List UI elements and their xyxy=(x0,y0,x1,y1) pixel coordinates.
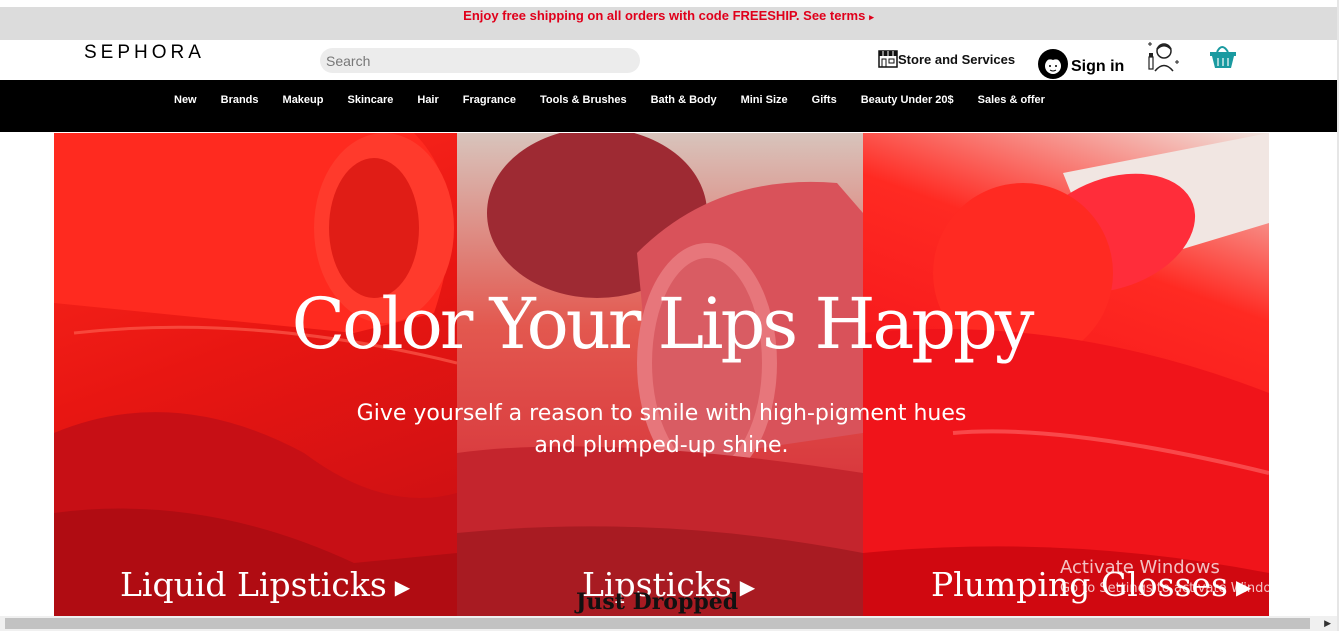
promo-banner[interactable]: Enjoy free shipping on all orders with c… xyxy=(0,7,1337,40)
watermark-line-2: Go to Settings to activate Windows. xyxy=(1060,581,1293,596)
nav-item-bath-body[interactable]: Bath & Body xyxy=(651,94,717,106)
lipstick-bullet-image xyxy=(457,133,863,616)
user-avatar-icon xyxy=(1038,49,1068,79)
triangle-right-icon: ▶ xyxy=(394,575,411,599)
liquid-lipstick-bottle-image xyxy=(54,133,457,616)
liquid-lipsticks-label: Liquid Lipsticks xyxy=(120,565,387,604)
nav-item-new[interactable]: New xyxy=(174,94,197,106)
nav-item-fragrance[interactable]: Fragrance xyxy=(463,94,516,106)
nav-item-hair[interactable]: Hair xyxy=(417,94,438,106)
nav-item-skincare[interactable]: Skincare xyxy=(348,94,394,106)
store-and-services-link[interactable]: Store and Services xyxy=(878,48,1015,70)
watermark-line-1: Activate Windows xyxy=(1060,557,1220,578)
hero-subtitle-line-1: Give yourself a reason to smile with hig… xyxy=(356,401,967,426)
hero-subtitle-line-2: and plumped-up shine. xyxy=(534,433,789,458)
just-dropped-heading: Just Dropped xyxy=(576,589,739,615)
hero-panel-lipsticks[interactable] xyxy=(457,133,863,616)
scroll-right-arrow-icon[interactable]: ▶ xyxy=(1324,618,1331,629)
top-gap xyxy=(0,0,1339,7)
promo-arrow-icon: ▸ xyxy=(869,12,874,22)
site-header: SEPHORA Store and Services Sign in xyxy=(0,40,1337,80)
hero-title: Color Your Lips Happy xyxy=(291,283,1035,365)
gloss-wand-image xyxy=(863,133,1269,616)
promo-text[interactable]: Enjoy free shipping on all orders with c… xyxy=(463,8,865,23)
triangle-right-icon: ▶ xyxy=(739,575,756,599)
store-icon xyxy=(878,50,898,68)
hero-panel-liquid-lipsticks[interactable] xyxy=(54,133,457,616)
basket-icon[interactable] xyxy=(1208,42,1238,70)
hero-banner[interactable]: Color Your Lips Happy Give yourself a re… xyxy=(54,133,1269,616)
search-input[interactable] xyxy=(320,48,640,73)
hero-panel-plumping-glosses[interactable] xyxy=(863,133,1269,616)
windows-activation-watermark: Activate Windows Go to Settings to activ… xyxy=(1060,557,1293,596)
nav-item-sales-offer[interactable]: Sales & offer xyxy=(978,94,1045,106)
sign-in-link[interactable]: Sign in xyxy=(1037,40,1124,80)
nav-item-brands[interactable]: Brands xyxy=(221,94,259,106)
sign-in-label: Sign in xyxy=(1071,58,1125,75)
main-nav: New Brands Makeup Skincare Hair Fragranc… xyxy=(0,80,1337,132)
store-label: Store and Services xyxy=(898,51,1016,67)
horizontal-scrollbar[interactable]: ▶ xyxy=(0,616,1337,631)
liquid-lipsticks-link[interactable]: Liquid Lipsticks ▶ xyxy=(120,565,410,604)
nav-item-beauty-under-20[interactable]: Beauty Under 20$ xyxy=(861,94,954,106)
horizontal-scrollbar-thumb[interactable] xyxy=(5,618,1310,629)
nav-item-makeup[interactable]: Makeup xyxy=(283,94,324,106)
nav-item-mini-size[interactable]: Mini Size xyxy=(741,94,788,106)
beauty-advisor-icon[interactable] xyxy=(1146,40,1180,72)
nav-item-tools-brushes[interactable]: Tools & Brushes xyxy=(540,94,627,106)
sephora-logo[interactable]: SEPHORA xyxy=(84,42,205,64)
nav-item-gifts[interactable]: Gifts xyxy=(812,94,837,106)
hero-subtitle: Give yourself a reason to smile with hig… xyxy=(334,398,989,462)
